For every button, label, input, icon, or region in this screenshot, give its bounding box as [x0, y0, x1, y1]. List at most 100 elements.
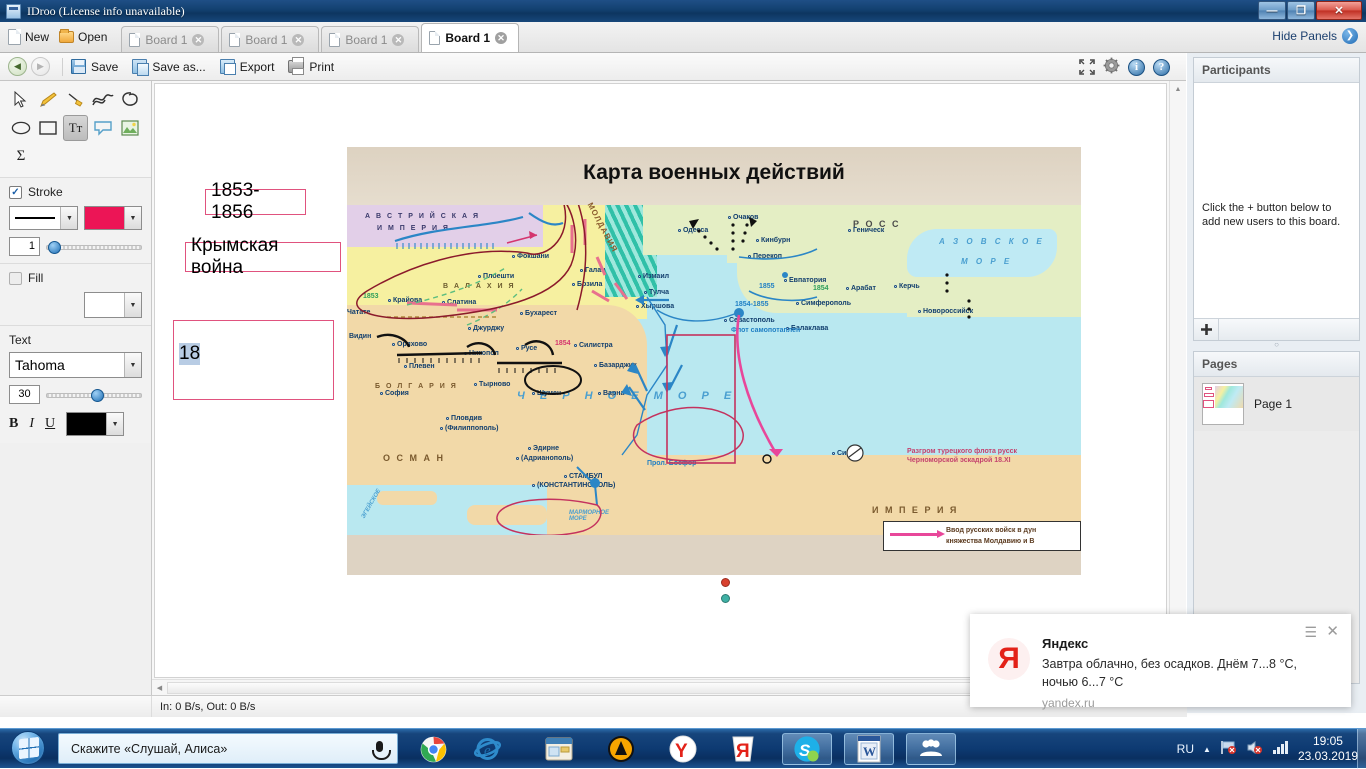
- taskbar-yandex-icon[interactable]: Я: [718, 733, 768, 765]
- bold-button[interactable]: B: [9, 416, 18, 432]
- stroke-width-slider[interactable]: [46, 240, 142, 254]
- font-size-value[interactable]: 30: [9, 385, 40, 404]
- stroke-color-dropdown[interactable]: ▼: [84, 206, 142, 230]
- participants-list[interactable]: Click the + button below to add new user…: [1194, 83, 1359, 318]
- tab-close-icon[interactable]: ✕: [192, 33, 205, 46]
- hide-panels-button[interactable]: Hide Panels ❯: [1272, 28, 1358, 44]
- slider-knob[interactable]: [91, 388, 104, 402]
- canvas-vertical-scrollbar[interactable]: ▲: [1169, 81, 1186, 678]
- scroll-left-icon[interactable]: ◀: [152, 684, 167, 692]
- chevron-down-icon[interactable]: ▼: [106, 413, 124, 435]
- text-tool[interactable]: Tᴛ: [62, 115, 89, 141]
- fullscreen-icon[interactable]: [1079, 59, 1095, 75]
- show-desktop-button[interactable]: [1357, 729, 1366, 769]
- export-button[interactable]: Export: [219, 59, 274, 75]
- save-button[interactable]: Save: [71, 59, 118, 74]
- taskbar-avast-icon[interactable]: [596, 733, 646, 765]
- taskbar-people-icon[interactable]: [906, 733, 956, 765]
- gear-icon[interactable]: [1103, 57, 1120, 77]
- select-arrow-tool[interactable]: [8, 87, 33, 113]
- help-icon[interactable]: ?: [1153, 58, 1170, 76]
- text-color-dropdown[interactable]: ▼: [66, 412, 125, 436]
- taskbar-chrome-icon[interactable]: [408, 733, 458, 765]
- add-user-button[interactable]: [1194, 319, 1219, 340]
- language-indicator[interactable]: RU: [1177, 742, 1194, 756]
- taskbar-clock[interactable]: 19:05 23.03.2019: [1298, 734, 1358, 764]
- tab-close-icon[interactable]: ✕: [392, 33, 405, 46]
- highlighter-tool[interactable]: [63, 87, 88, 113]
- save-as-button[interactable]: Save as...: [132, 59, 206, 76]
- pencil-tool[interactable]: [35, 87, 60, 113]
- whiteboard-canvas[interactable]: 1853-1856 Крымская война 18 Карта военны…: [154, 83, 1167, 678]
- fill-checkbox-row[interactable]: ✓ Fill: [9, 271, 142, 285]
- save-icon: [71, 59, 86, 74]
- svg-text:Я: Я: [736, 741, 750, 762]
- font-size-slider[interactable]: [46, 388, 142, 402]
- slider-knob[interactable]: [48, 240, 61, 254]
- network-flag-icon[interactable]: [1220, 740, 1237, 758]
- print-button[interactable]: Print: [288, 57, 335, 75]
- chevron-down-icon[interactable]: ▼: [124, 293, 141, 317]
- ellipse-tool[interactable]: [8, 115, 33, 141]
- rectangle-tool[interactable]: [35, 115, 60, 141]
- maximize-button[interactable]: ❐: [1287, 1, 1315, 20]
- stroke-checkbox-row[interactable]: ✓ Stroke: [9, 185, 142, 199]
- taskbar-yandex-browser-icon[interactable]: Y: [658, 733, 708, 765]
- tab-close-icon[interactable]: ✕: [495, 32, 508, 44]
- fill-checkbox[interactable]: ✓: [9, 271, 22, 285]
- info-icon[interactable]: i: [1128, 58, 1145, 76]
- print-label: Print: [309, 59, 335, 74]
- map-image[interactable]: Карта военных действий А В С Т Р И Й С К…: [347, 147, 1081, 575]
- taskbar-internet-explorer-icon[interactable]: e: [462, 733, 512, 765]
- italic-button[interactable]: I: [29, 416, 34, 432]
- curve-tool[interactable]: [90, 87, 115, 113]
- page-thumbnail: [1202, 383, 1244, 425]
- canvas-textbox-years[interactable]: 1853-1856: [205, 180, 306, 223]
- taskbar-word-icon[interactable]: W: [844, 733, 894, 765]
- board-tab-4-active[interactable]: Board 1 ✕: [421, 23, 520, 52]
- alice-search-box[interactable]: Скажите «Слушай, Алиса»: [58, 733, 398, 764]
- font-family-dropdown[interactable]: Tahoma ▼: [9, 352, 142, 378]
- chevron-down-icon[interactable]: ▼: [124, 353, 141, 377]
- board-tab-3[interactable]: Board 1 ✕: [321, 26, 420, 52]
- microphone-icon[interactable]: [372, 741, 391, 760]
- image-tool[interactable]: [118, 115, 143, 141]
- selection-handle-resize[interactable]: [721, 594, 730, 603]
- close-button[interactable]: ✕: [1316, 1, 1362, 20]
- underline-button[interactable]: U: [45, 416, 55, 432]
- lasso-tool[interactable]: [118, 87, 143, 113]
- taskbar-explorer-icon[interactable]: [534, 733, 584, 765]
- start-button[interactable]: [2, 727, 54, 769]
- stroke-style-dropdown[interactable]: ▼: [9, 206, 79, 230]
- volume-muted-icon[interactable]: [1246, 740, 1263, 758]
- chevron-down-icon[interactable]: ▼: [124, 207, 141, 229]
- fill-color-dropdown[interactable]: ▼: [84, 292, 142, 318]
- selection-handle-rotate[interactable]: [721, 578, 730, 587]
- stroke-width-value[interactable]: 1: [9, 237, 40, 256]
- formula-sigma-tool[interactable]: Σ: [8, 143, 34, 169]
- undo-back-button[interactable]: ◀: [8, 57, 27, 76]
- new-board-button[interactable]: New: [8, 28, 49, 45]
- taskbar-skype-icon[interactable]: S: [782, 733, 832, 765]
- participants-hint: Click the + button below to add new user…: [1202, 202, 1341, 228]
- board-tab-1[interactable]: Board 1 ✕: [121, 26, 220, 52]
- redo-forward-button[interactable]: ▶: [31, 57, 50, 76]
- tab-close-icon[interactable]: ✕: [292, 33, 305, 46]
- page-list-item[interactable]: Page 1: [1194, 377, 1359, 431]
- save-as-icon: [132, 59, 150, 76]
- chevron-down-icon[interactable]: ▼: [60, 207, 78, 229]
- notification-close-icon[interactable]: ✕: [1326, 622, 1339, 640]
- open-board-button[interactable]: Open: [59, 28, 107, 44]
- stroke-checkbox[interactable]: ✓: [9, 185, 22, 199]
- yandex-notification[interactable]: Я Яндекс Завтра облачно, без осадков. Дн…: [970, 614, 1351, 710]
- panel-resize-grip[interactable]: ○: [1187, 341, 1366, 349]
- tray-expand-icon[interactable]: ▲: [1203, 745, 1211, 754]
- notification-menu-icon[interactable]: ☰: [1304, 624, 1317, 641]
- callout-tool[interactable]: [90, 115, 115, 141]
- scroll-up-icon[interactable]: ▲: [1170, 81, 1186, 97]
- signal-bars-icon[interactable]: [1272, 741, 1289, 757]
- canvas-textbox-title[interactable]: Крымская война: [185, 235, 341, 278]
- canvas-textbox-editing[interactable]: 18: [173, 320, 334, 400]
- board-tab-2[interactable]: Board 1 ✕: [221, 26, 320, 52]
- minimize-button[interactable]: —: [1258, 1, 1286, 20]
